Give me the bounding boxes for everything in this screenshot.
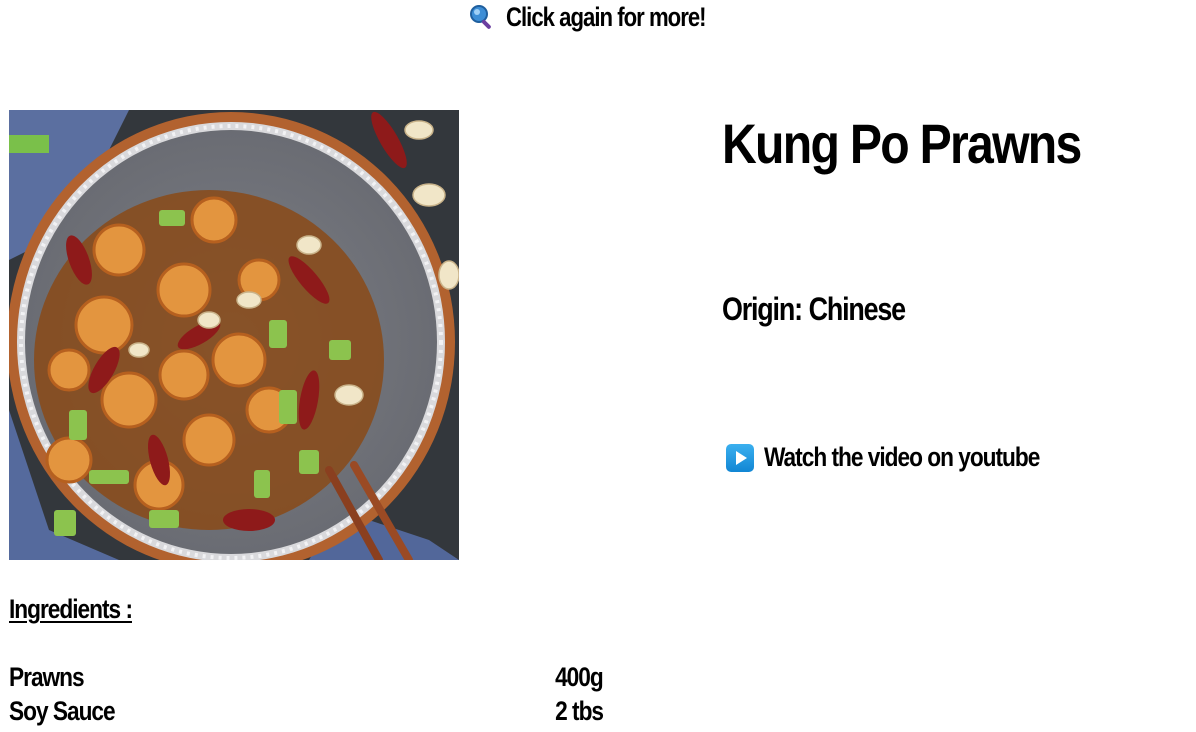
ingredient-quantity: 400g (555, 662, 604, 692)
origin-label: Origin: (722, 291, 803, 327)
play-button-icon (726, 443, 754, 472)
click-again-label: Click again for more! (506, 1, 707, 32)
origin-value: Chinese (808, 291, 907, 327)
ingredients-heading: Ingredients : (9, 594, 133, 624)
recipe-origin: Origin: Chinese (722, 290, 907, 328)
magnifier-icon (468, 3, 496, 31)
ingredients-list: Prawns 400g Soy Sauce 2 tbs (9, 662, 604, 730)
youtube-video-link[interactable]: Watch the video on youtube (726, 442, 1092, 473)
youtube-video-label: Watch the video on youtube (764, 442, 1040, 472)
ingredient-name: Prawns (9, 662, 85, 692)
ingredient-row: Prawns 400g (9, 662, 604, 696)
ingredient-name: Soy Sauce (9, 696, 116, 726)
ingredient-row: Soy Sauce 2 tbs (9, 696, 604, 730)
recipe-image (9, 110, 459, 560)
click-again-button[interactable]: Click again for more! (468, 0, 749, 34)
ingredient-quantity: 2 tbs (555, 696, 604, 726)
recipe-title: Kung Po Prawns (722, 112, 1082, 175)
